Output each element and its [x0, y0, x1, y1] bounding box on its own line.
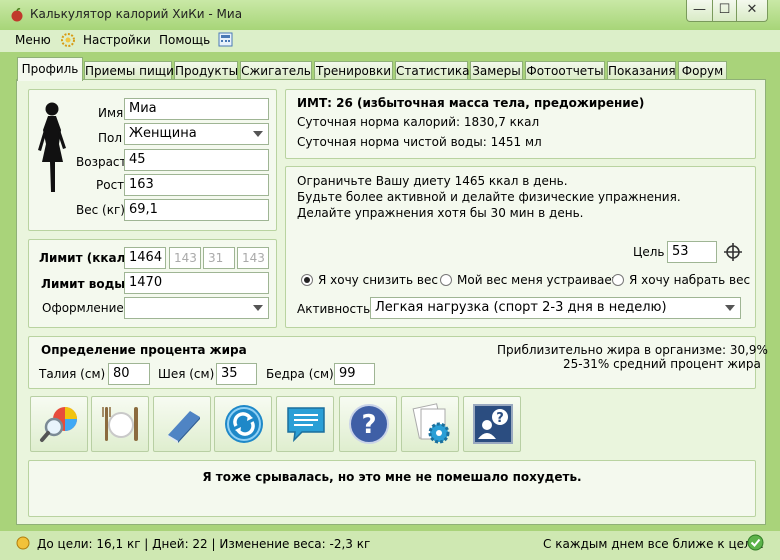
advice-line-3: Делайте упражнения хотя бы 30 мин в день… [297, 206, 584, 220]
menu-item-help[interactable]: Помощь [159, 33, 210, 47]
water-limit-label: Лимит воды [41, 277, 126, 291]
quote-text: Я тоже срывалась, но это мне не помешало… [202, 470, 582, 484]
support-button[interactable]: ? [463, 396, 521, 452]
body-fat-title: Определение процента жира [41, 343, 247, 357]
gear-icon[interactable] [60, 32, 76, 48]
kcal-limit-label: Лимит (ккал) [39, 251, 131, 265]
sex-label: Пол [98, 131, 123, 145]
waist-input[interactable]: 80 [108, 363, 150, 385]
status-progress-text: До цели: 16,1 кг | Дней: 22 | Изменение … [37, 537, 371, 551]
sex-select[interactable]: Женщина [124, 123, 269, 145]
maximize-button[interactable]: ☐ [712, 0, 737, 22]
water-limit-input[interactable]: 1470 [124, 272, 269, 294]
style-select[interactable] [124, 297, 269, 319]
tab-readings[interactable]: Показания [607, 61, 676, 79]
fat-limit-field: 31 [203, 247, 235, 269]
age-label: Возраст [76, 155, 127, 169]
book-icon [168, 411, 200, 443]
carbs-limit-field: 143 [237, 247, 269, 269]
bmi-title: ИМТ: 26 (избыточная масса тела, предожир… [297, 96, 645, 110]
hips-label: Бедра (см) [266, 367, 334, 381]
weight-input[interactable]: 69,1 [124, 199, 269, 221]
tab-forum[interactable]: Форум [678, 61, 727, 79]
target-icon[interactable] [723, 242, 743, 262]
age-input[interactable]: 45 [124, 149, 269, 171]
woman-silhouette-icon [38, 102, 66, 192]
menu-item-settings[interactable]: Настройки [83, 33, 151, 47]
advice-line-1: Ограничьте Вашу диету 1465 ккал в день. [297, 174, 568, 188]
settings-button[interactable] [401, 396, 459, 452]
tab-photo-reports[interactable]: Фотоотчеты [525, 61, 605, 79]
tab-workouts[interactable]: Тренировки [314, 61, 393, 79]
radio-gain-weight[interactable] [612, 274, 624, 286]
sync-icon [225, 405, 263, 443]
name-label: Имя [98, 106, 124, 120]
svg-text:?: ? [496, 411, 504, 426]
neck-label: Шея (см) [158, 367, 215, 381]
book-button[interactable] [153, 396, 211, 452]
name-input[interactable]: Миа [124, 98, 269, 120]
weight-label: Вес (кг) [76, 203, 125, 217]
radio-keep-weight-label[interactable]: Мой вес меня устраивает [457, 273, 619, 287]
radio-lose-weight[interactable] [301, 274, 313, 286]
style-label: Оформление [42, 301, 124, 315]
neck-input[interactable]: 35 [216, 363, 257, 385]
daily-water-text: Суточная норма чистой воды: 1451 мл [297, 135, 542, 149]
height-input[interactable]: 163 [124, 174, 269, 196]
window-title: Калькулятор калорий ХиКи - Миа [30, 7, 243, 21]
body-fat-result: Приблизительно жира в организме: 30,9% [497, 343, 768, 357]
radio-gain-weight-label[interactable]: Я хочу набрать вес [629, 273, 750, 287]
chevron-down-icon [725, 305, 735, 311]
sex-value: Женщина [129, 126, 197, 141]
advice-line-2: Будьте более активной и делайте физическ… [297, 190, 681, 204]
sun-icon [16, 536, 30, 550]
protein-limit-field: 143 [169, 247, 201, 269]
height-label: Рост [96, 178, 125, 192]
activity-select[interactable]: Легкая нагрузка (спорт 2-3 дня в неделю) [370, 297, 741, 319]
activity-value: Легкая нагрузка (спорт 2-3 дня в неделю) [375, 300, 667, 315]
support-icon: ? [473, 404, 513, 444]
help-button[interactable]: ? [339, 396, 397, 452]
chevron-down-icon [253, 131, 263, 137]
activity-label: Активность [297, 302, 371, 316]
radio-keep-weight[interactable] [440, 274, 452, 286]
status-motivation-text: С каждым днем все ближе к цели! [543, 537, 765, 551]
settings-icon [412, 403, 450, 444]
checkmark-icon [747, 534, 764, 551]
minimize-button[interactable]: — [686, 0, 713, 22]
tab-products[interactable]: Продукты [174, 61, 238, 79]
cutlery-button[interactable] [91, 396, 149, 452]
chat-button[interactable] [276, 396, 334, 452]
kcal-limit-input[interactable]: 1464 [124, 247, 166, 269]
body-fat-average: 25-31% средний процент жира [563, 357, 761, 371]
sync-button[interactable] [214, 396, 272, 452]
waist-label: Талия (см) [39, 367, 106, 381]
menu-item-menu[interactable]: Меню [15, 33, 51, 47]
radio-lose-weight-label[interactable]: Я хочу снизить вес [318, 273, 438, 287]
goal-input[interactable]: 53 [667, 241, 717, 263]
hips-input[interactable]: 99 [334, 363, 375, 385]
food-search-icon [40, 407, 77, 442]
apple-icon [11, 8, 23, 22]
chat-icon [287, 407, 325, 443]
tab-meals[interactable]: Приемы пищи [84, 61, 174, 79]
daily-calories-text: Суточная норма калорий: 1830,7 ккал [297, 115, 540, 129]
food-search-button[interactable] [30, 396, 88, 452]
svg-text:?: ? [361, 410, 376, 440]
quote-box [28, 460, 756, 517]
chevron-down-icon [253, 305, 263, 311]
goal-label: Цель [633, 245, 665, 259]
help-icon: ? [349, 404, 389, 444]
tab-statistics[interactable]: Статистика [395, 61, 470, 79]
tab-measurements[interactable]: Замеры [470, 61, 523, 79]
tab-profile[interactable]: Профиль [17, 57, 83, 81]
close-button[interactable]: ✕ [736, 0, 768, 22]
calculator-icon[interactable] [218, 32, 233, 47]
tab-burner[interactable]: Сжигатель [240, 61, 312, 79]
cutlery-icon [102, 407, 138, 441]
